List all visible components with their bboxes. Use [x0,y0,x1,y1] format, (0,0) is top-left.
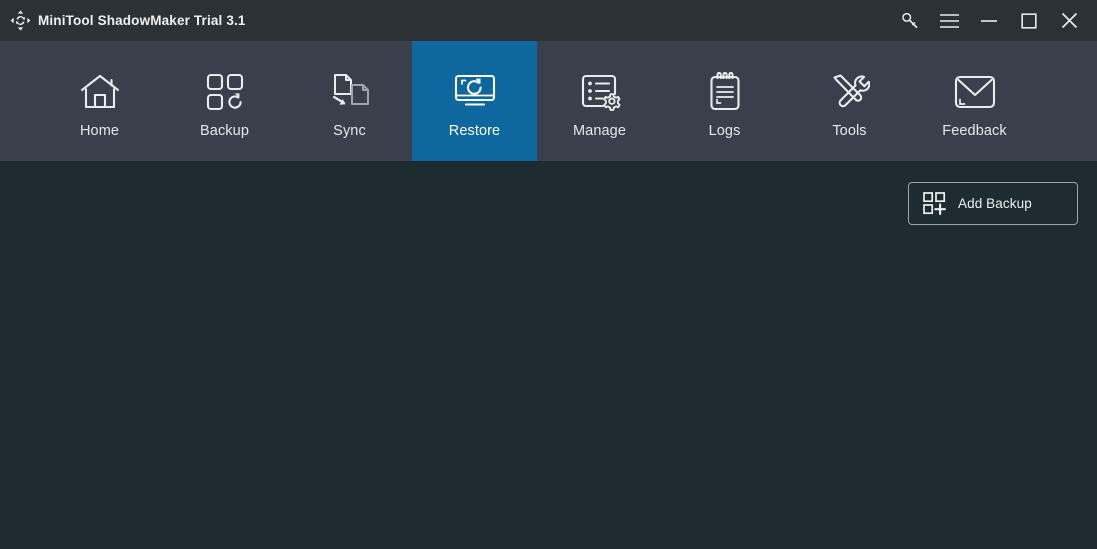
grid-refresh-icon [205,70,245,114]
minimize-icon[interactable] [969,0,1009,41]
nav-item-feedback[interactable]: Feedback [912,41,1037,161]
nav-item-logs[interactable]: Logs [662,41,787,161]
wrench-screwdriver-icon [830,70,870,114]
window-title: MiniTool ShadowMaker Trial 3.1 [38,13,246,28]
main-navigation: Home Backup Sync Restore Manage Logs Too… [0,41,1097,161]
hamburger-icon[interactable] [929,0,969,41]
title-bar: MiniTool ShadowMaker Trial 3.1 [0,0,1097,41]
clipboard-icon [708,70,742,114]
nav-item-manage[interactable]: Manage [537,41,662,161]
nav-label-restore: Restore [448,123,501,139]
add-backup-button[interactable]: Add Backup [908,182,1078,225]
key-icon[interactable] [889,0,929,41]
nav-label-feedback: Feedback [942,123,1007,139]
close-icon[interactable] [1049,0,1089,41]
envelope-icon [954,70,996,114]
nav-label-tools: Tools [832,123,867,139]
list-gear-icon [579,70,621,114]
house-icon [79,70,121,114]
content-area: Add Backup [0,161,1097,549]
app-logo-icon [9,10,31,32]
nav-item-sync[interactable]: Sync [287,41,412,161]
grid-plus-icon [922,192,946,216]
add-backup-label: Add Backup [958,196,1032,211]
nav-label-sync: Sync [333,123,366,139]
nav-item-backup[interactable]: Backup [162,41,287,161]
nav-item-restore[interactable]: Restore [412,41,537,161]
maximize-icon[interactable] [1009,0,1049,41]
nav-label-logs: Logs [708,123,741,139]
window-controls [889,0,1089,41]
app-window: MiniTool ShadowMaker Trial 3.1 Home Back… [0,0,1097,549]
nav-label-backup: Backup [200,123,249,139]
monitor-refresh-icon [453,70,497,114]
nav-item-tools[interactable]: Tools [787,41,912,161]
nav-label-manage: Manage [573,123,626,139]
nav-label-home: Home [79,123,120,139]
nav-item-home[interactable]: Home [37,41,162,161]
documents-arrow-icon [330,70,370,114]
